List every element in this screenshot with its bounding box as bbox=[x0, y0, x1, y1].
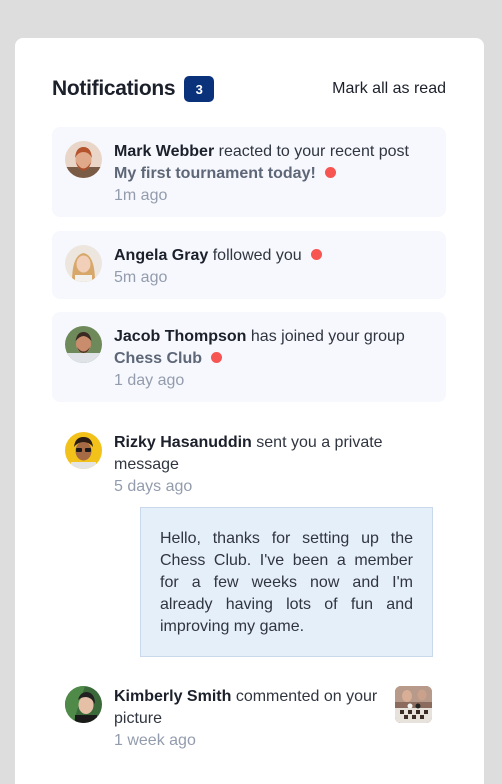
avatar[interactable] bbox=[65, 686, 102, 723]
notification-time: 1 day ago bbox=[114, 372, 185, 389]
notification-item[interactable]: Jacob Thompson has joined your group Che… bbox=[52, 312, 446, 402]
unread-dot bbox=[310, 249, 322, 260]
avatar[interactable] bbox=[65, 245, 102, 282]
avatar-icon bbox=[65, 432, 102, 469]
unread-count-badge: 3 bbox=[184, 76, 215, 102]
private-message-preview[interactable]: Hello, thanks for setting up the Chess C… bbox=[140, 507, 433, 657]
notification-time: 5 days ago bbox=[114, 478, 193, 495]
notifications-card: Notifications 3 Mark all as read Mark We… bbox=[15, 38, 484, 784]
notification-item[interactable]: Mark Webber reacted to your recent post … bbox=[52, 127, 446, 217]
notification-user-name[interactable]: Angela Gray bbox=[114, 247, 208, 264]
avatar[interactable] bbox=[65, 141, 102, 178]
unread-dot bbox=[211, 352, 223, 363]
chess-picture-thumbnail[interactable] bbox=[395, 686, 432, 723]
notification-action: followed you bbox=[212, 247, 302, 264]
notification-time: 1 week ago bbox=[114, 732, 196, 749]
notification-time: 5m ago bbox=[114, 269, 168, 286]
notification-target-link[interactable]: My first tournament today! bbox=[114, 165, 316, 182]
notification-action: reacted to your recent post bbox=[218, 143, 409, 160]
notification-user-name[interactable]: Kimberly Smith bbox=[114, 688, 231, 705]
avatar-icon bbox=[65, 686, 102, 723]
avatar-icon bbox=[65, 326, 102, 363]
notification-target-link[interactable]: Chess Club bbox=[114, 350, 202, 367]
unread-dot bbox=[324, 167, 336, 178]
notification-item[interactable]: Angela Gray followed you 5m ago bbox=[52, 231, 446, 299]
notification-user-name[interactable]: Jacob Thompson bbox=[114, 328, 246, 345]
notification-action: has joined your group bbox=[250, 328, 405, 345]
avatar[interactable] bbox=[65, 326, 102, 363]
notification-user-name[interactable]: Rizky Hasanuddin bbox=[114, 434, 252, 451]
notification-user-name[interactable]: Mark Webber bbox=[114, 143, 214, 160]
mark-all-read-button[interactable]: Mark all as read bbox=[332, 80, 446, 98]
notification-item[interactable]: Rizky Hasanuddin sent you a private mess… bbox=[52, 418, 446, 508]
page-title: Notifications bbox=[52, 77, 176, 100]
avatar-icon bbox=[65, 141, 102, 178]
notification-time: 1m ago bbox=[114, 187, 168, 204]
avatar-icon bbox=[65, 245, 102, 282]
notification-item[interactable]: Kimberly Smith commented on your picture… bbox=[52, 672, 446, 762]
avatar[interactable] bbox=[65, 432, 102, 469]
chess-picture-icon bbox=[395, 686, 432, 723]
notifications-header: Notifications 3 Mark all as read bbox=[52, 73, 446, 105]
